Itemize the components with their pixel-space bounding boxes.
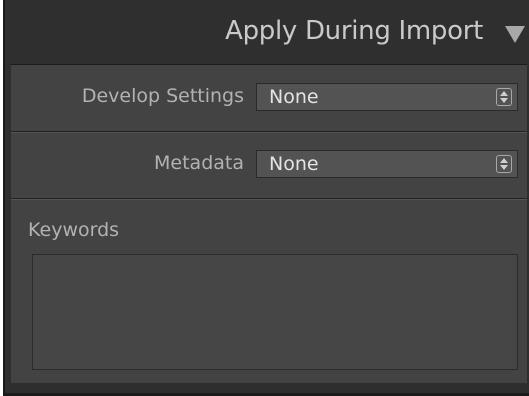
develop-settings-value: None bbox=[269, 86, 319, 108]
metadata-value: None bbox=[269, 153, 319, 175]
develop-settings-label: Develop Settings bbox=[81, 85, 244, 107]
keywords-input[interactable] bbox=[32, 254, 518, 370]
updown-arrows-icon bbox=[496, 155, 512, 173]
metadata-select[interactable]: None bbox=[256, 150, 518, 178]
panel-title: Apply During Import bbox=[225, 16, 483, 46]
panel-header[interactable]: Apply During Import bbox=[5, 0, 529, 64]
keywords-label: Keywords bbox=[28, 219, 120, 241]
metadata-label: Metadata bbox=[154, 152, 244, 174]
metadata-row: Metadata None bbox=[11, 132, 527, 199]
updown-arrows-icon bbox=[496, 88, 512, 106]
collapse-triangle-icon[interactable] bbox=[505, 26, 525, 43]
develop-settings-select[interactable]: None bbox=[256, 83, 518, 111]
develop-settings-row: Develop Settings None bbox=[11, 65, 527, 132]
